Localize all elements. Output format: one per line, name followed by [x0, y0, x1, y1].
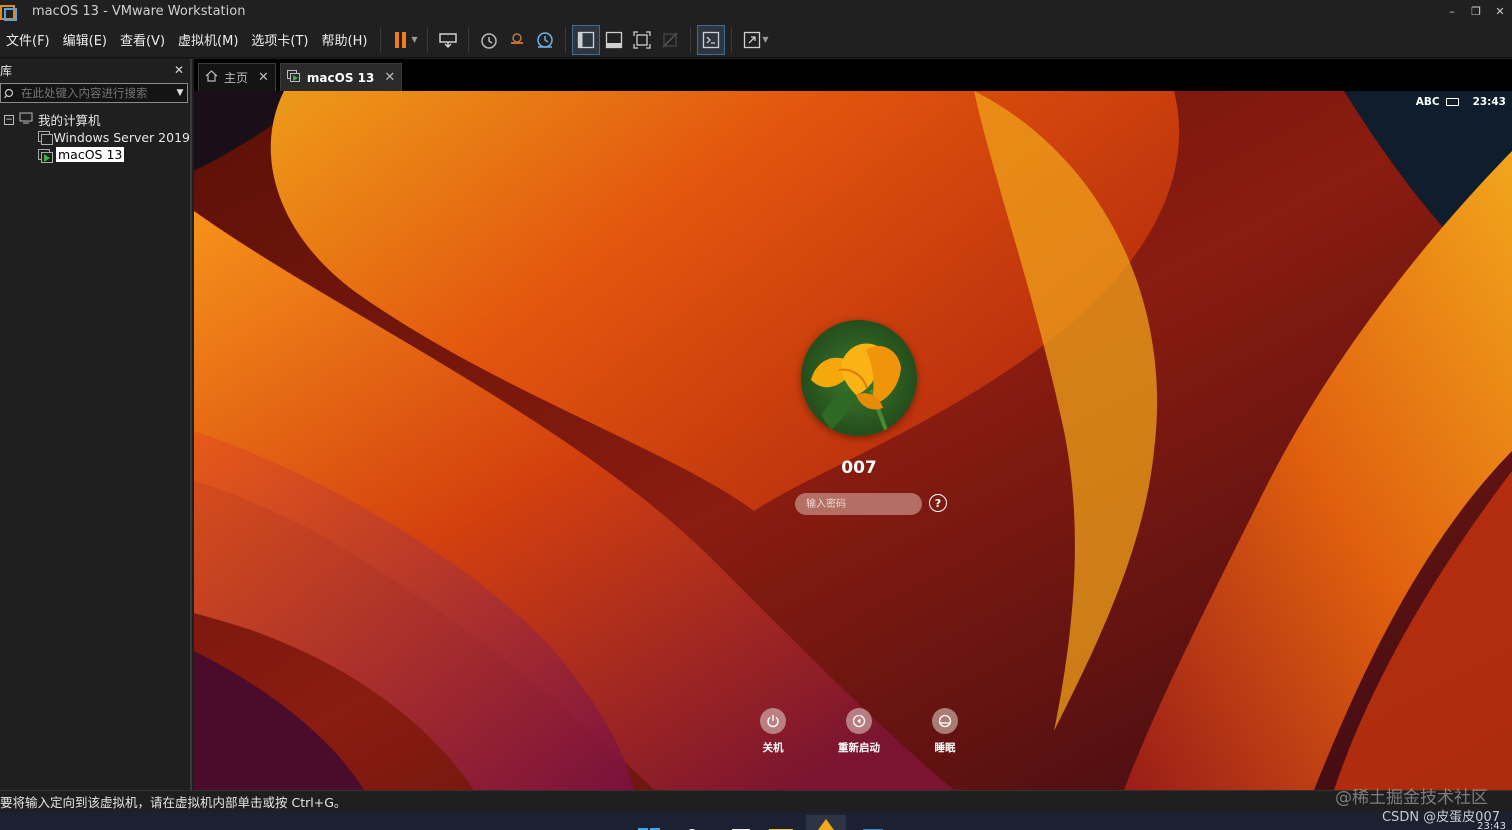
vmware-taskbar-icon[interactable] [806, 815, 846, 830]
toolbar-separator [731, 26, 733, 53]
vm-icon [38, 131, 54, 146]
close-window-button[interactable]: ✕ [1488, 0, 1512, 22]
vm-label: Windows Server 2019 [53, 129, 190, 145]
minimize-button[interactable]: – [1440, 0, 1464, 22]
vm-label-selected: macOS 13 [56, 147, 125, 163]
shutdown-button[interactable]: 关机 [738, 708, 808, 755]
vm-console[interactable]: ABC 23:43 007 ? 关机 重新启动 睡眠 [194, 91, 1512, 790]
menu-view[interactable]: 查看(V) [114, 22, 172, 58]
watermark: @稀土掘金技术社区 [1335, 788, 1488, 808]
close-tab-icon[interactable]: ✕ [258, 70, 269, 85]
window-title: macOS 13 - VMware Workstation [32, 3, 246, 19]
watermark-csdn: CSDN @皮蛋皮007 [1381, 810, 1500, 825]
snapshot-icon[interactable] [475, 25, 503, 55]
send-ctrl-alt-del-icon[interactable] [434, 25, 462, 55]
toolbar-separator [380, 26, 382, 53]
tab-bar: 主页 ✕ macOS 13 ✕ [194, 59, 1512, 91]
menu-tabs[interactable]: 选项卡(T) [245, 22, 315, 58]
file-explorer-icon[interactable] [768, 822, 794, 830]
library-header: 库 ✕ [0, 59, 190, 81]
revert-snapshot-icon[interactable] [503, 25, 531, 55]
restart-icon [846, 708, 872, 734]
tab-macos[interactable]: macOS 13 ✕ [279, 63, 403, 91]
toolbar-separator [468, 26, 470, 53]
status-hint: 要将输入定向到该虚拟机，请在虚拟机内部单击或按 Ctrl+G。 [0, 795, 347, 810]
console-view-icon[interactable] [697, 24, 726, 55]
input-source-label[interactable]: ABC [1416, 96, 1440, 108]
status-bar: 要将输入定向到该虚拟机，请在虚拟机内部单击或按 Ctrl+G。 [0, 790, 1512, 812]
guest-menubar-status: ABC 23:43 [1416, 96, 1506, 108]
toolbar-separator [690, 26, 692, 53]
windows-start-icon[interactable] [638, 822, 660, 830]
window-controls: – ❐ ✕ [1440, 0, 1512, 22]
full-screen-icon[interactable] [628, 25, 656, 55]
restart-label: 重新启动 [838, 742, 880, 754]
tree-root-label: 我的计算机 [38, 113, 101, 129]
app-taskbar-icon[interactable] [862, 822, 884, 830]
vm-running-icon [38, 148, 53, 163]
computer-icon [19, 112, 33, 127]
tab-home[interactable]: 主页 ✕ [198, 63, 276, 91]
sleep-button[interactable]: 睡眠 [910, 708, 980, 755]
host-taskbar: 23:43 [0, 812, 1512, 830]
title-bar: macOS 13 - VMware Workstation – ❐ ✕ [0, 0, 1512, 22]
login-username: 007 [841, 458, 877, 478]
menu-toolbar: 文件(F) 编辑(E) 查看(V) 虚拟机(M) 选项卡(T) 帮助(H) ▼ … [0, 22, 1512, 58]
restore-button[interactable]: ❐ [1464, 0, 1488, 22]
task-view-icon[interactable] [731, 822, 751, 830]
close-tab-icon[interactable]: ✕ [384, 70, 395, 85]
sleep-label: 睡眠 [934, 742, 956, 754]
search-input[interactable] [17, 86, 173, 100]
home-icon [205, 70, 218, 85]
toolbar-separator [565, 26, 567, 53]
tab-label: macOS 13 [306, 70, 375, 85]
vm-tree: − 我的计算机 Windows Server 2019 macOS 13 [0, 111, 190, 164]
tree-root[interactable]: − 我的计算机 [0, 111, 190, 129]
macos-wallpaper [194, 91, 1512, 790]
user-avatar[interactable] [801, 320, 917, 436]
snapshot-manager-icon[interactable] [531, 25, 559, 55]
menu-vm[interactable]: 虚拟机(M) [172, 22, 245, 58]
tree-item-windows-server[interactable]: Windows Server 2019 [0, 129, 190, 147]
close-library-button[interactable]: ✕ [174, 63, 184, 77]
password-hint-button[interactable]: ? [929, 494, 947, 512]
show-library-icon[interactable] [572, 24, 601, 55]
tree-item-macos[interactable]: macOS 13 [0, 146, 190, 164]
search-icon[interactable] [682, 822, 702, 830]
thumbnail-bar-icon[interactable] [600, 25, 628, 55]
keyboard-icon [1445, 98, 1459, 106]
stretch-dropdown-icon[interactable]: ▼ [762, 35, 772, 44]
search-dropdown-icon[interactable]: ▼ [173, 88, 187, 98]
vm-running-icon [286, 69, 301, 86]
collapse-icon[interactable]: − [4, 114, 14, 125]
menu-edit[interactable]: 编辑(E) [57, 22, 114, 58]
unity-icon[interactable] [656, 25, 684, 55]
tab-label: 主页 [224, 71, 249, 85]
search-icon [1, 88, 17, 99]
menu-help[interactable]: 帮助(H) [316, 22, 375, 58]
password-field[interactable] [795, 493, 922, 515]
power-dropdown-icon[interactable]: ▼ [411, 35, 421, 44]
power-icon [760, 708, 786, 734]
menu-file[interactable]: 文件(F) [0, 22, 57, 58]
library-search: ▼ [0, 83, 188, 103]
toolbar-separator [427, 26, 429, 53]
shutdown-label: 关机 [762, 742, 784, 754]
sleep-icon [932, 708, 958, 734]
vmware-logo-icon [0, 3, 17, 21]
guest-clock: 23:43 [1472, 96, 1506, 108]
library-panel: 库 ✕ ▼ − 我的计算机 Windows Server 2019 macOS … [0, 59, 192, 790]
library-title: 库 [0, 63, 13, 78]
restart-button[interactable]: 重新启动 [824, 708, 894, 755]
